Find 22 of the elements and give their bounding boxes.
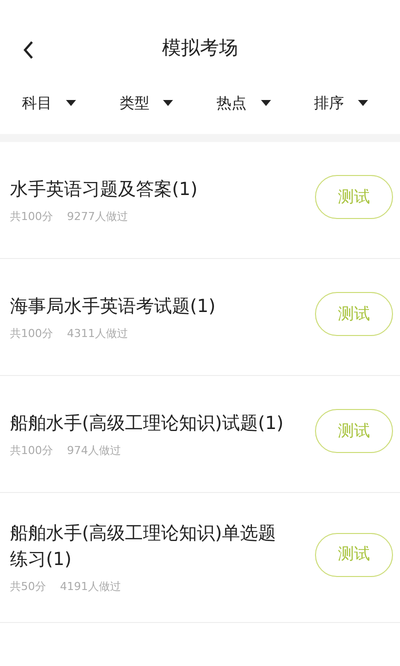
back-icon bbox=[22, 40, 34, 60]
total-score: 共50分 bbox=[10, 579, 46, 594]
filter-dropdown[interactable]: 热点 bbox=[204, 94, 283, 112]
total-score: 共100分 bbox=[10, 442, 53, 458]
total-score: 共100分 bbox=[10, 326, 53, 340]
taker-count: 4311人做过 bbox=[67, 326, 128, 340]
exam-title: 海事局水手英语考试题(1) bbox=[10, 294, 216, 318]
caret-icon bbox=[358, 100, 368, 106]
exam-title: 船舶水手(高级工理论知识)单选题练习(1) bbox=[10, 522, 278, 572]
caret-icon bbox=[66, 100, 76, 106]
caret-icon bbox=[260, 100, 271, 106]
total-score: 共100分 bbox=[10, 208, 53, 224]
exam-title: 船舶水手(高级工理论知识)试题(1) bbox=[10, 412, 285, 436]
filter-dropdown[interactable]: 类型 bbox=[107, 94, 186, 112]
caret-icon bbox=[163, 100, 174, 106]
taker-count: 4191人做过 bbox=[60, 579, 121, 594]
exam-title: 水手英语习题及答案(1) bbox=[10, 178, 198, 202]
taker-count: 9277人做过 bbox=[67, 208, 128, 224]
taker-count: 974人做过 bbox=[67, 442, 121, 458]
page-title: 模拟考场 bbox=[162, 36, 238, 61]
filter-dropdown[interactable]: 科目 bbox=[10, 94, 88, 112]
filter-dropdown[interactable]: 排序 bbox=[302, 94, 380, 112]
